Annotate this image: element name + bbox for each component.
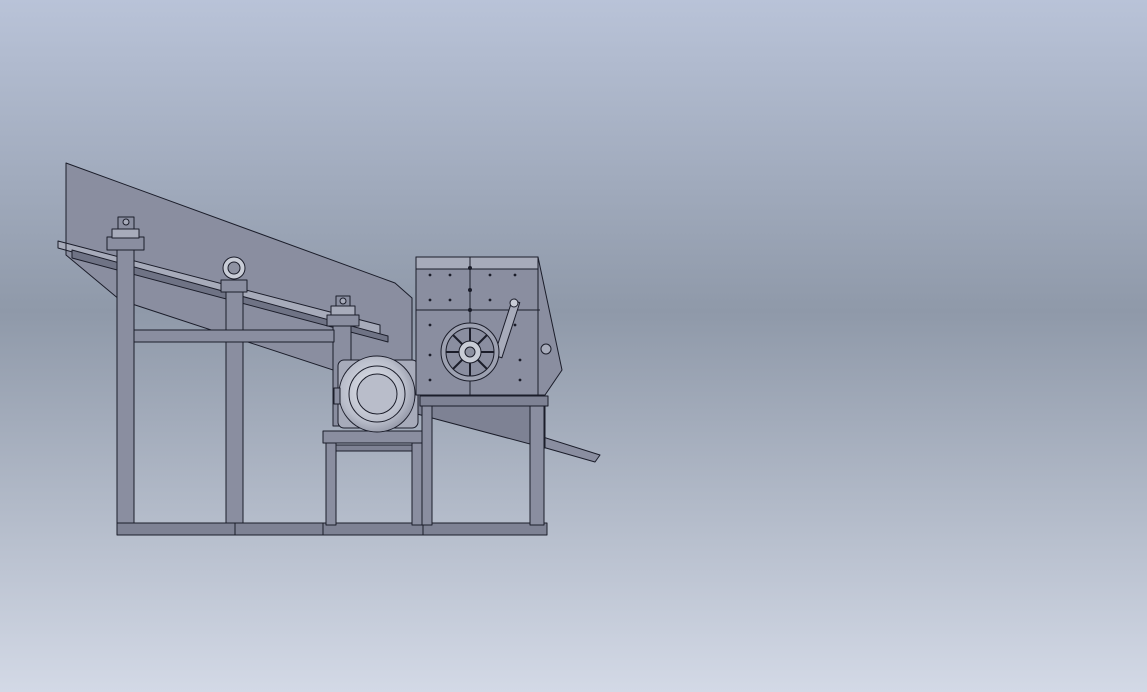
electric-motor[interactable] bbox=[333, 355, 419, 433]
cad-viewport[interactable] bbox=[0, 0, 1147, 692]
sand-making-machine[interactable] bbox=[415, 256, 563, 396]
assembly-drawing bbox=[0, 0, 1147, 692]
viewport-background bbox=[0, 0, 1147, 692]
